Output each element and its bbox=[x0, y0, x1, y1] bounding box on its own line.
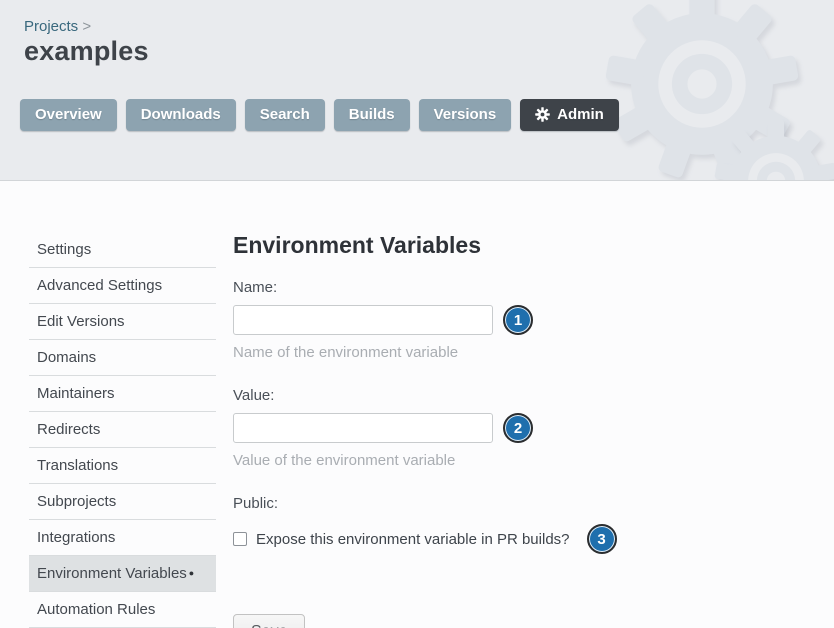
name-label: Name: bbox=[233, 279, 617, 296]
sidebar-item-advanced-settings[interactable]: Advanced Settings bbox=[29, 268, 216, 304]
gear-icon bbox=[535, 107, 550, 122]
tab-admin[interactable]: Admin bbox=[520, 99, 619, 131]
public-field-group: Public: Expose this environment variable… bbox=[233, 495, 617, 554]
project-title: examples bbox=[24, 36, 149, 67]
project-header: Projects > examples Overview Downloads S… bbox=[0, 0, 834, 181]
sidebar-item-automation-rules[interactable]: Automation Rules bbox=[29, 592, 216, 628]
sidebar-item-environment-variables[interactable]: Environment Variables ● bbox=[29, 556, 216, 592]
tab-downloads[interactable]: Downloads bbox=[126, 99, 236, 131]
sidebar-item-domains[interactable]: Domains bbox=[29, 340, 216, 376]
tab-search[interactable]: Search bbox=[245, 99, 325, 131]
value-help-text: Value of the environment variable bbox=[233, 452, 617, 469]
annotation-badge-1: 1 bbox=[503, 305, 533, 335]
project-nav: Overview Downloads Search Builds Version… bbox=[20, 99, 619, 131]
breadcrumb-separator: > bbox=[82, 18, 91, 35]
value-field-group: Value: 2 Value of the environment variab… bbox=[233, 387, 617, 469]
page: Projects > examples Overview Downloads S… bbox=[0, 0, 834, 628]
public-checkbox-label: Expose this environment variable in PR b… bbox=[256, 531, 570, 548]
sidebar-item-translations[interactable]: Translations bbox=[29, 448, 216, 484]
tab-versions[interactable]: Versions bbox=[419, 99, 512, 131]
name-field-group: Name: 1 Name of the environment variable bbox=[233, 279, 617, 361]
breadcrumb: Projects > bbox=[24, 18, 91, 35]
public-checkbox[interactable] bbox=[233, 532, 247, 546]
sidebar-item-edit-versions[interactable]: Edit Versions bbox=[29, 304, 216, 340]
name-input[interactable] bbox=[233, 305, 493, 335]
environment-variables-panel: Environment Variables Name: 1 Name of th… bbox=[233, 232, 617, 628]
sidebar-item-maintainers[interactable]: Maintainers bbox=[29, 376, 216, 412]
tab-overview[interactable]: Overview bbox=[20, 99, 117, 131]
value-input[interactable] bbox=[233, 413, 493, 443]
name-help-text: Name of the environment variable bbox=[233, 344, 617, 361]
tab-admin-label: Admin bbox=[557, 106, 604, 123]
annotation-badge-2: 2 bbox=[503, 413, 533, 443]
save-button[interactable]: Save bbox=[233, 614, 305, 628]
annotation-badge-3: 3 bbox=[587, 524, 617, 554]
active-item-marker: ● bbox=[189, 569, 194, 578]
sidebar-item-redirects[interactable]: Redirects bbox=[29, 412, 216, 448]
value-label: Value: bbox=[233, 387, 617, 404]
admin-sidebar: Settings Advanced Settings Edit Versions… bbox=[29, 232, 216, 628]
tab-builds[interactable]: Builds bbox=[334, 99, 410, 131]
sidebar-item-subprojects[interactable]: Subprojects bbox=[29, 484, 216, 520]
public-label: Public: bbox=[233, 495, 617, 512]
breadcrumb-projects-link[interactable]: Projects bbox=[24, 18, 78, 35]
gear-decoration-icon bbox=[711, 116, 834, 181]
sidebar-item-integrations[interactable]: Integrations bbox=[29, 520, 216, 556]
sidebar-item-settings[interactable]: Settings bbox=[29, 232, 216, 268]
content-area: Settings Advanced Settings Edit Versions… bbox=[0, 181, 834, 628]
page-title: Environment Variables bbox=[233, 232, 617, 259]
